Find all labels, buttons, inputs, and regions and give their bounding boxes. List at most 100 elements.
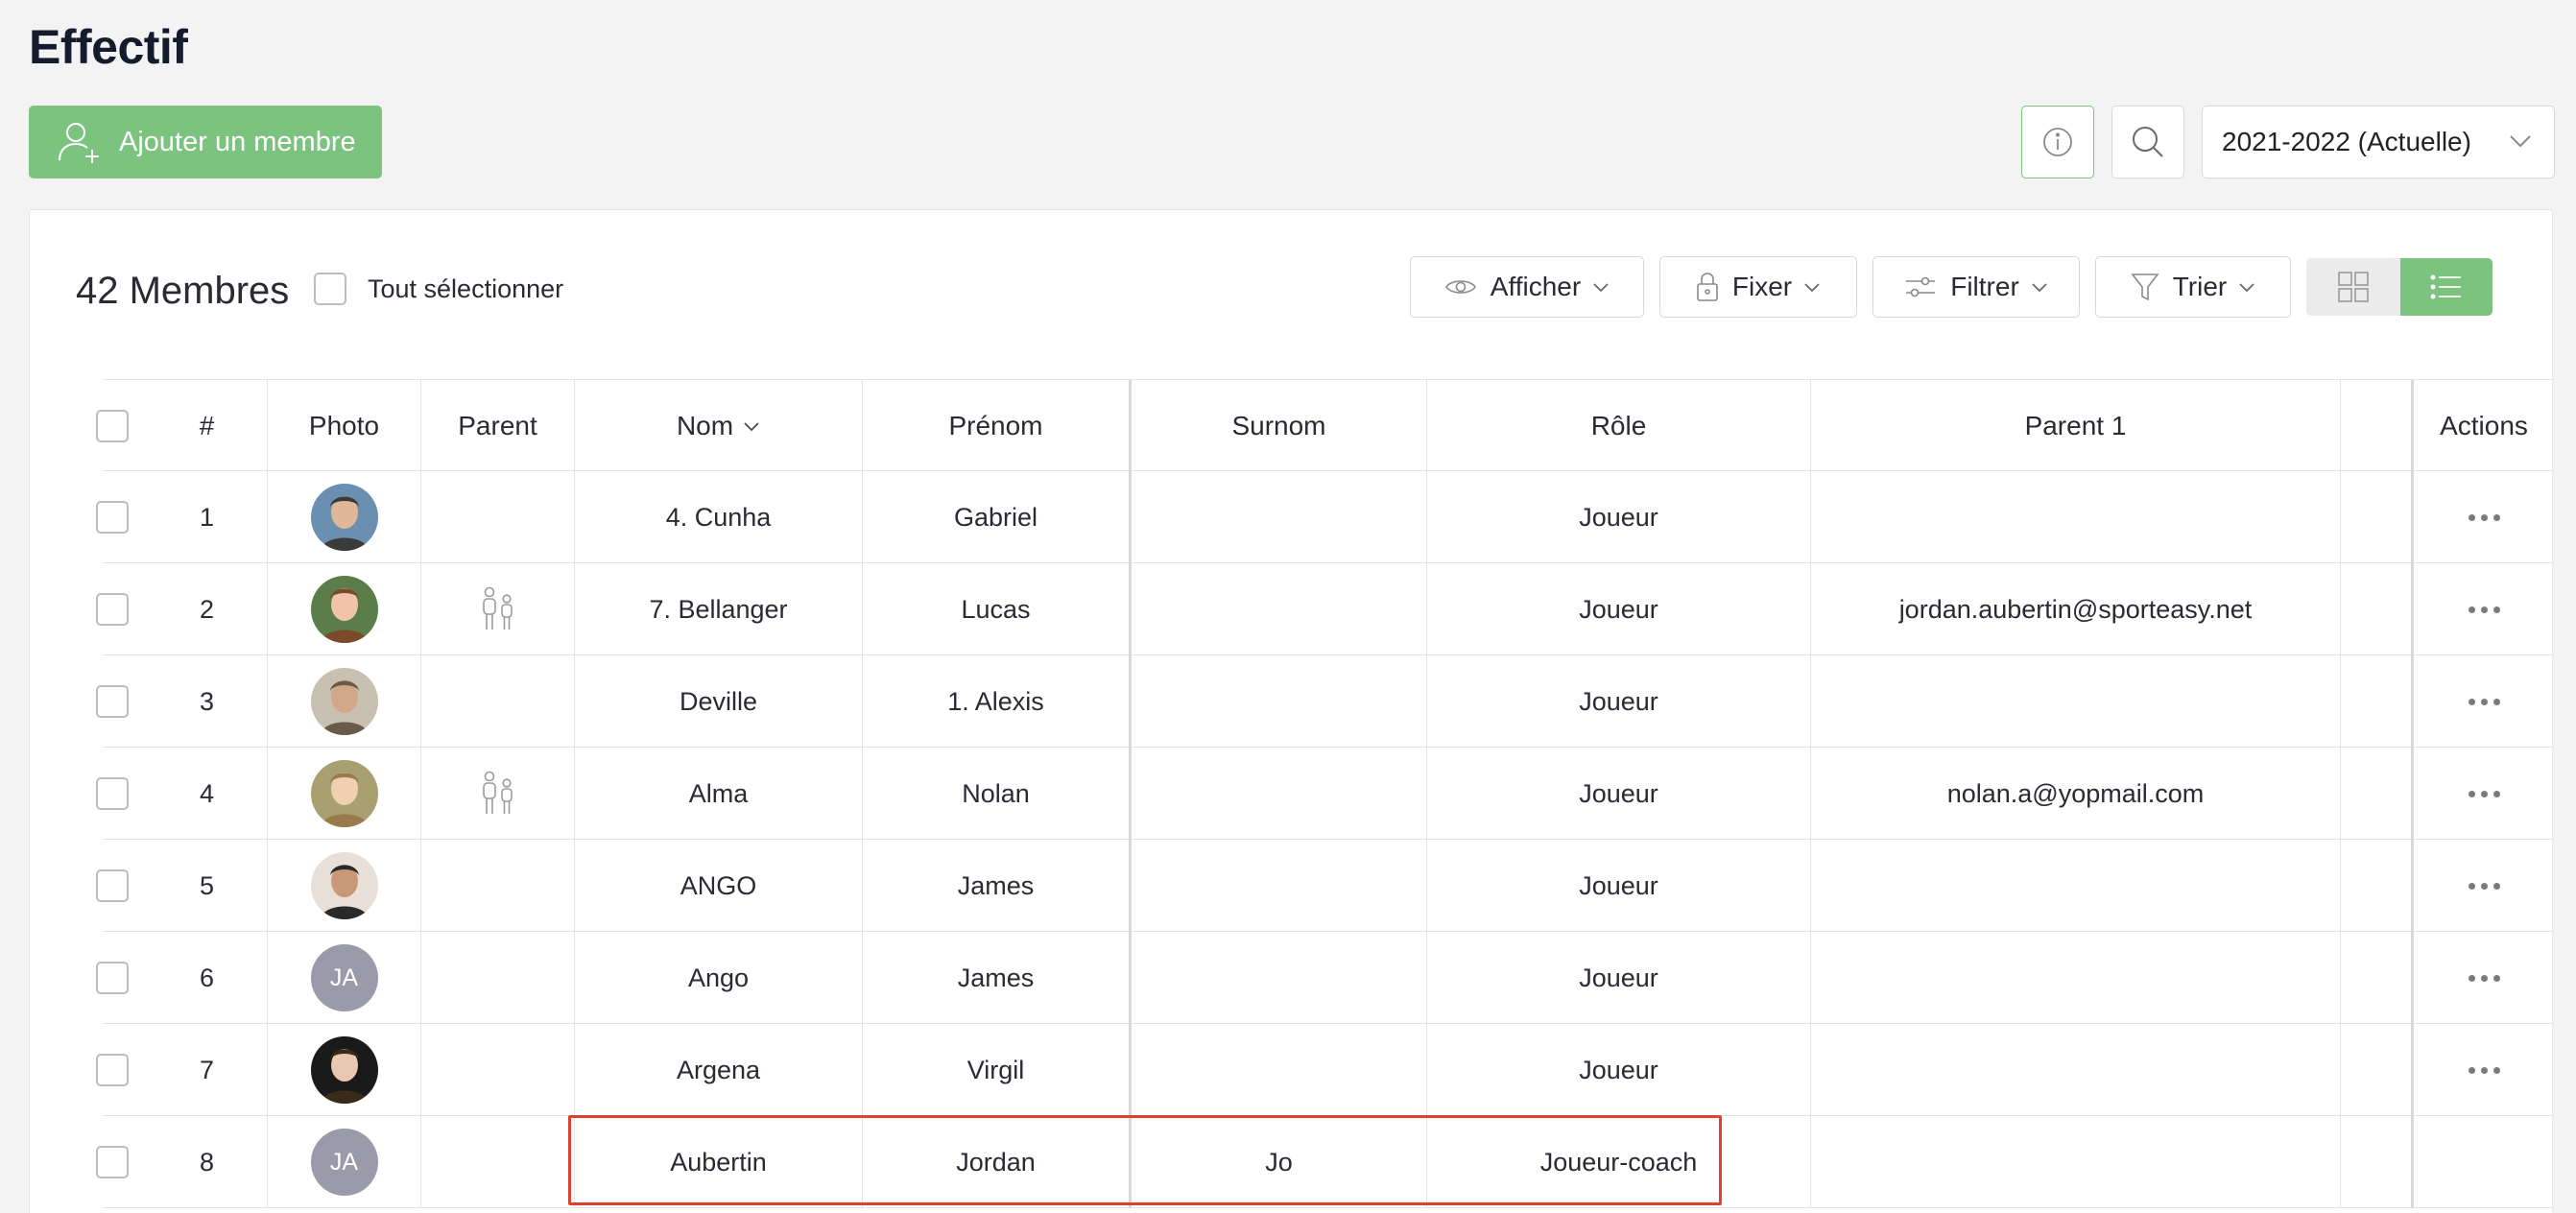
cell-actions	[2414, 471, 2554, 563]
cell-num: 6	[147, 932, 268, 1024]
cell-nom: 7. Bellanger	[575, 563, 863, 655]
select-all-toggle[interactable]: Tout sélectionner	[314, 270, 563, 308]
row-checkbox-cell	[78, 840, 147, 932]
column-header-prenom[interactable]: Prénom	[863, 380, 1132, 472]
row-checkbox[interactable]	[96, 501, 129, 534]
view-toggle	[2306, 258, 2493, 316]
display-button[interactable]: Afficher	[1410, 256, 1644, 318]
table-row[interactable]: 6 JA Ango James Joueur	[96, 932, 2554, 1024]
sort-chevron-down-icon	[744, 422, 759, 432]
cell-parent	[421, 1116, 575, 1208]
cell-photo: JA	[268, 1116, 421, 1208]
row-checkbox-cell	[78, 471, 147, 563]
row-checkbox[interactable]	[96, 1146, 129, 1178]
cell-prenom: Nolan	[863, 748, 1132, 840]
column-header-surnom[interactable]: Surnom	[1132, 380, 1427, 472]
cell-role: Joueur	[1427, 655, 1811, 748]
table-row[interactable]: 3 Deville 1. Alexis Joueur	[96, 655, 2554, 748]
more-actions-icon[interactable]	[2468, 513, 2500, 521]
cell-num: 1	[147, 471, 268, 563]
cell-extra	[2341, 655, 2414, 748]
row-checkbox[interactable]	[96, 869, 129, 902]
more-actions-icon[interactable]	[2468, 606, 2500, 613]
pin-label: Fixer	[1731, 272, 1793, 301]
cell-role: Joueur	[1427, 748, 1811, 840]
table-row[interactable]: 1 4. Cunha Gabriel Joueur	[96, 471, 2554, 563]
table-row[interactable]: 5 ANGO James Joueur	[96, 840, 2554, 932]
column-header-extra	[2341, 380, 2414, 472]
table-header-row: # Photo Parent Nom Prénom Surnom Rôle Pa…	[96, 379, 2554, 472]
cell-photo	[268, 655, 421, 748]
chevron-down-icon	[2032, 283, 2047, 293]
column-header-role[interactable]: Rôle	[1427, 380, 1811, 472]
search-button[interactable]	[2111, 106, 2184, 178]
table-row[interactable]: 7 Argena Virgil Joueur	[96, 1024, 2554, 1116]
sort-label: Trier	[2172, 272, 2228, 301]
sort-button[interactable]: Trier	[2095, 256, 2291, 318]
cell-surnom	[1132, 932, 1427, 1024]
table-row[interactable]: 8 JA Aubertin Jordan Jo Joueur-coach	[96, 1116, 2554, 1208]
column-header-parent1[interactable]: Parent 1	[1811, 380, 2341, 472]
avatar	[310, 668, 378, 735]
grid-view-button[interactable]	[2306, 258, 2400, 316]
chevron-down-icon	[2510, 135, 2531, 148]
cell-parent1	[1811, 471, 2341, 563]
cell-surnom	[1132, 748, 1427, 840]
cell-parent1	[1811, 840, 2341, 932]
more-actions-icon[interactable]	[2468, 1066, 2500, 1074]
cell-surnom	[1132, 655, 1427, 748]
cell-actions	[2414, 932, 2554, 1024]
column-header-nom[interactable]: Nom	[575, 380, 863, 472]
row-checkbox-cell	[78, 1024, 147, 1116]
cell-parent1	[1811, 1116, 2341, 1208]
cell-parent	[421, 748, 575, 840]
cell-role: Joueur	[1427, 932, 1811, 1024]
header-select-checkbox[interactable]	[96, 410, 129, 442]
avatar	[310, 576, 378, 643]
row-checkbox[interactable]	[96, 962, 129, 994]
members-count: 42 Membres	[76, 270, 290, 312]
row-checkbox[interactable]	[96, 1054, 129, 1086]
row-checkbox[interactable]	[96, 593, 129, 626]
cell-surnom	[1132, 1024, 1427, 1116]
cell-prenom: Lucas	[863, 563, 1132, 655]
list-view-button[interactable]	[2400, 258, 2493, 316]
avatar	[310, 484, 378, 551]
select-all-checkbox[interactable]	[314, 273, 346, 305]
cell-nom: Deville	[575, 655, 863, 748]
more-actions-icon[interactable]	[2468, 974, 2500, 982]
row-checkbox[interactable]	[96, 685, 129, 718]
cell-parent1: nolan.a@yopmail.com	[1811, 748, 2341, 840]
cell-prenom: Gabriel	[863, 471, 1132, 563]
info-button[interactable]	[2021, 106, 2094, 178]
filter-button[interactable]: Filtrer	[1872, 256, 2080, 318]
sliders-icon	[1906, 276, 1936, 297]
table-row[interactable]: 2 7. Bellanger Lucas Joueur jordan.aubertin@…	[96, 563, 2554, 655]
cell-extra	[2341, 932, 2414, 1024]
list-icon	[2430, 274, 2461, 299]
cell-prenom: 1. Alexis	[863, 655, 1132, 748]
cell-actions	[2414, 748, 2554, 840]
season-select[interactable]: 2021-2022 (Actuelle)	[2202, 106, 2555, 178]
avatar-initials: JA	[310, 944, 378, 1011]
cell-extra	[2341, 1116, 2414, 1208]
add-member-button[interactable]: Ajouter un membre	[29, 106, 382, 178]
row-checkbox-cell	[78, 655, 147, 748]
more-actions-icon[interactable]	[2468, 790, 2500, 797]
parent-icon	[482, 586, 513, 630]
chevron-down-icon	[1804, 283, 1820, 293]
column-header-parent: Parent	[421, 380, 575, 472]
more-actions-icon[interactable]	[2468, 882, 2500, 890]
cell-nom: Argena	[575, 1024, 863, 1116]
cell-extra	[2341, 748, 2414, 840]
cell-parent	[421, 1024, 575, 1116]
eye-icon	[1444, 280, 1476, 294]
more-actions-icon[interactable]	[2468, 698, 2500, 705]
row-checkbox-cell	[78, 1116, 147, 1208]
pin-button[interactable]: Fixer	[1659, 256, 1857, 318]
cell-surnom: Jo	[1132, 1116, 1427, 1208]
filter-label: Filtrer	[1950, 272, 2019, 301]
page-title: Effectif	[29, 20, 188, 74]
table-row[interactable]: 4 Alma Nolan Joueur nolan.a@yopmail.com	[96, 748, 2554, 840]
row-checkbox[interactable]	[96, 777, 129, 810]
